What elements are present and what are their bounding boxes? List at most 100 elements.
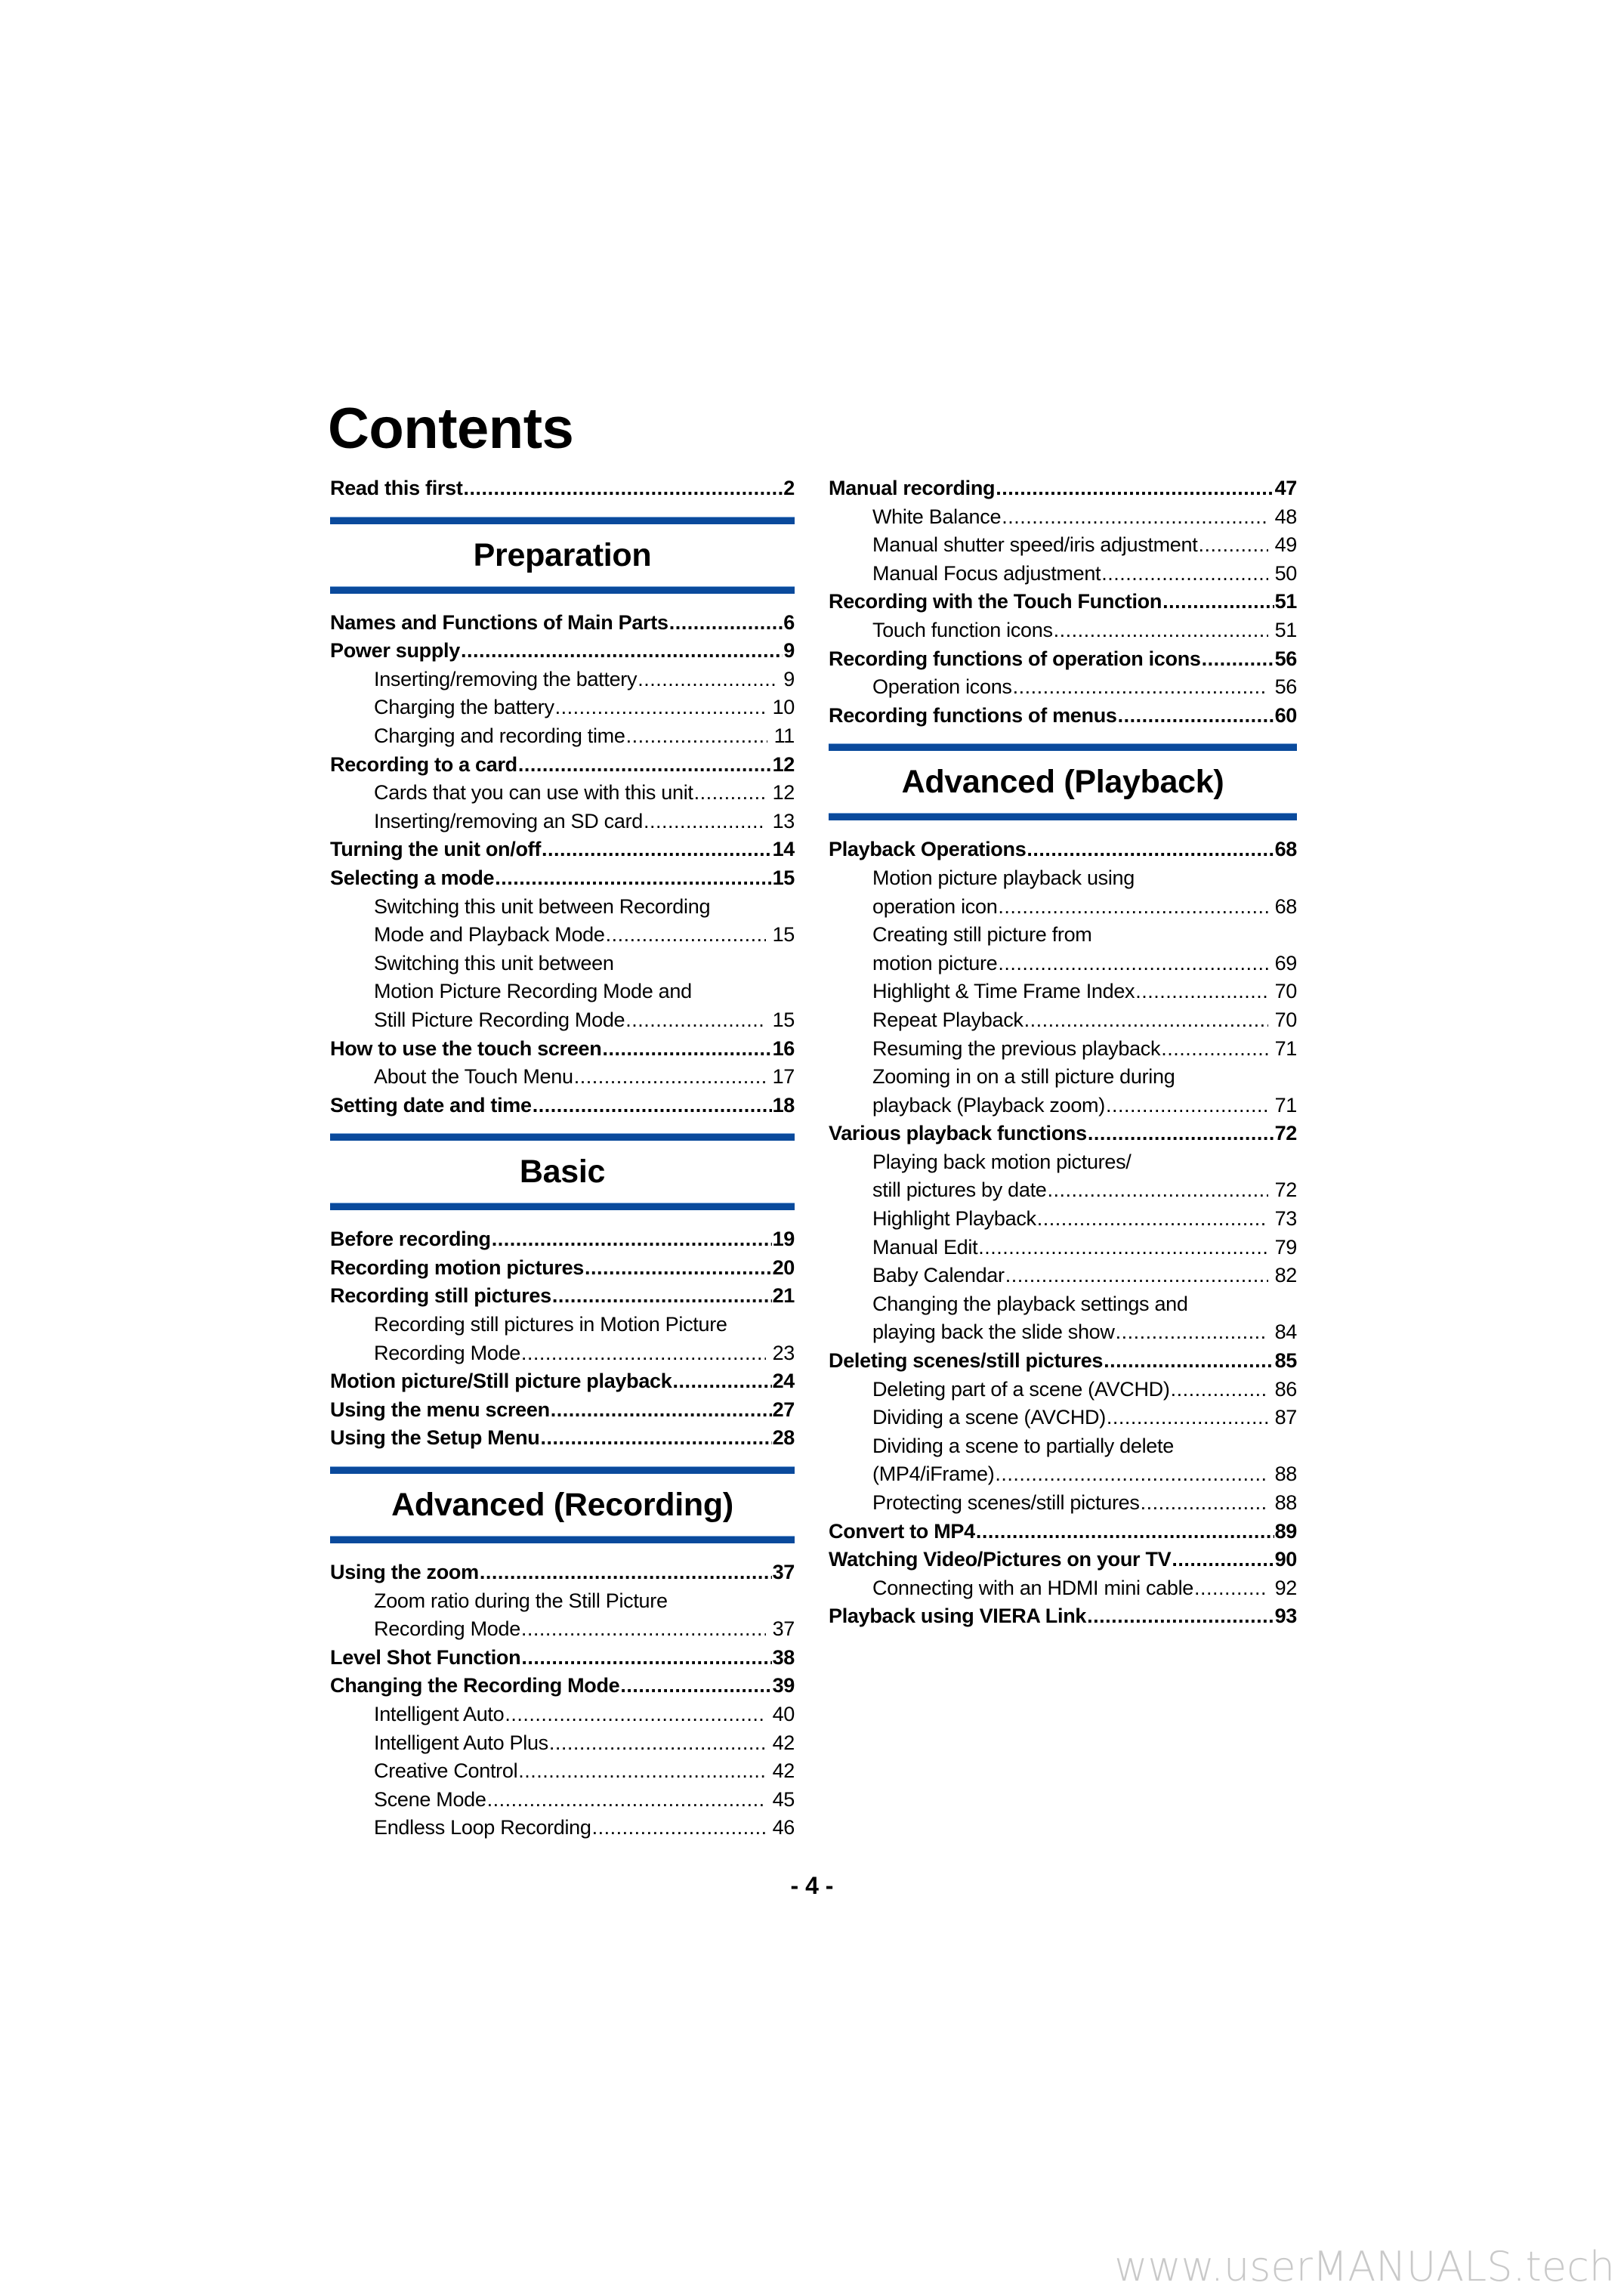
toc-page-number: 71 (1274, 1036, 1297, 1060)
dot-leader (625, 1006, 765, 1035)
toc-entry[interactable]: Motion picture/Still picture playback 24 (330, 1367, 795, 1396)
toc-subentry[interactable]: Repeat Playback 70 (829, 1006, 1297, 1035)
toc-subentry[interactable]: Manual Edit 79 (829, 1234, 1297, 1262)
toc-entry-label: operation icon (872, 894, 998, 918)
toc-entry[interactable]: Names and Functions of Main Parts 6 (330, 609, 795, 638)
toc-entry[interactable]: Recording functions of menus 60 (829, 702, 1297, 731)
toc-subentry[interactable]: Deleting part of a scene (AVCHD) 86 (829, 1376, 1297, 1404)
dot-leader (1172, 1546, 1274, 1574)
toc-entry-label: Switching this unit between (374, 951, 614, 975)
toc-entry[interactable]: Watching Video/Pictures on your TV 90 (829, 1546, 1297, 1574)
toc-subentry[interactable]: playback (Playback zoom) 71 (829, 1092, 1297, 1120)
toc-subentry[interactable]: About the Touch Menu 17 (330, 1063, 795, 1092)
toc-entry[interactable]: How to use the touch screen 16 (330, 1035, 795, 1064)
toc-subentry[interactable]: Operation icons 56 (829, 673, 1297, 702)
toc-page-number: 19 (772, 1228, 795, 1251)
toc-entry[interactable]: Setting date and time 18 (330, 1092, 795, 1120)
toc-entry[interactable]: Various playback functions 72 (829, 1120, 1297, 1148)
toc-subentry[interactable]: White Balance 48 (829, 503, 1297, 532)
toc-subentry[interactable]: Scene Mode 45 (330, 1786, 795, 1815)
toc-subentry[interactable]: Charging and recording time 11 (330, 722, 795, 751)
toc-page-number: 10 (772, 696, 795, 719)
toc-subentry: Zooming in on a still picture during (829, 1063, 1297, 1092)
toc-subentry[interactable]: Connecting with an HDMI mini cable 92 (829, 1574, 1297, 1603)
toc-subentry[interactable]: Recording Mode 23 (330, 1339, 795, 1368)
toc-entry[interactable]: Recording still pictures 21 (330, 1282, 795, 1311)
toc-subentry: Recording still pictures in Motion Pictu… (330, 1311, 795, 1339)
toc-entry-label: Using the menu screen (330, 1398, 550, 1421)
toc-entry[interactable]: Using the menu screen 27 (330, 1396, 795, 1425)
toc-subentry[interactable]: Creative Control 42 (330, 1757, 795, 1786)
toc-page-number: 9 (783, 639, 795, 663)
toc-subentry: Zoom ratio during the Still Picture (330, 1587, 795, 1616)
toc-entry-label: How to use the touch screen (330, 1036, 602, 1060)
toc-subentry[interactable]: Manual shutter speed/iris adjustment 49 (829, 531, 1297, 560)
toc-subentry[interactable]: Intelligent Auto Plus 42 (330, 1729, 795, 1758)
toc-subentry[interactable]: (MP4/iFrame) 88 (829, 1460, 1297, 1489)
toc-subentry[interactable]: Inserting/removing an SD card 13 (330, 808, 795, 836)
toc-entry-label: playing back the slide show (872, 1320, 1115, 1344)
toc-entry[interactable]: Using the Setup Menu 28 (330, 1424, 795, 1453)
toc-entry[interactable]: Deleting scenes/still pictures 85 (829, 1347, 1297, 1376)
dot-leader (1116, 1318, 1268, 1347)
toc-entry[interactable]: Level Shot Function 38 (330, 1644, 795, 1673)
dot-leader (626, 722, 767, 751)
toc-entry[interactable]: Recording to a card 12 (330, 751, 795, 780)
dot-leader (1118, 702, 1274, 731)
toc-subentry[interactable]: Charging the battery 10 (330, 693, 795, 722)
toc-entry[interactable]: Recording functions of operation icons 56 (829, 645, 1297, 674)
toc-entry-label: Playback using VIERA Link (829, 1605, 1087, 1628)
toc-subentry[interactable]: playing back the slide show 84 (829, 1318, 1297, 1347)
toc-subentry[interactable]: Touch function icons 51 (829, 616, 1297, 645)
section-divider (330, 516, 795, 524)
toc-entry[interactable]: Recording motion pictures 20 (330, 1254, 795, 1283)
toc-entry[interactable]: Playback Operations 68 (829, 836, 1297, 864)
toc-entry[interactable]: Changing the Recording Mode 39 (330, 1672, 795, 1700)
toc-subentry[interactable]: Inserting/removing the battery 9 (330, 666, 795, 694)
toc-subentry[interactable]: Cards that you can use with this unit 12 (330, 779, 795, 808)
toc-subentry[interactable]: Highlight Playback 73 (829, 1205, 1297, 1234)
toc-subentry[interactable]: Endless Loop Recording 46 (330, 1814, 795, 1842)
toc-page-number: 13 (772, 809, 795, 832)
toc-entry[interactable]: Convert to MP4 89 (829, 1518, 1297, 1546)
dot-leader (996, 474, 1274, 503)
section-title: Advanced (Recording) (391, 1487, 733, 1524)
toc-entry-label: Recording with the Touch Function (829, 590, 1162, 613)
page-number: - 4 - (790, 1872, 834, 1899)
toc-entry[interactable]: Read this first 2 (330, 474, 795, 503)
toc-page-number: 47 (1274, 477, 1297, 499)
toc-subentry[interactable]: Protecting scenes/still pictures 88 (829, 1489, 1297, 1518)
toc-entry[interactable]: Before recording 19 (330, 1225, 795, 1254)
toc-entry[interactable]: Power supply 9 (330, 637, 795, 666)
toc-subentry[interactable]: Dividing a scene (AVCHD) 87 (829, 1404, 1297, 1432)
toc-subentry[interactable]: Resuming the previous playback 71 (829, 1035, 1297, 1064)
toc-entry-label: Recording functions of operation icons (829, 647, 1201, 670)
section-divider (829, 743, 1297, 752)
toc-subentry[interactable]: Manual Focus adjustment 50 (829, 560, 1297, 588)
toc-subentry[interactable]: Highlight & Time Frame Index 70 (829, 978, 1297, 1006)
toc-entry[interactable]: Manual recording 47 (829, 474, 1297, 503)
toc-entry-label: Inserting/removing an SD card (374, 809, 643, 832)
toc-subentry[interactable]: still pictures by date 72 (829, 1176, 1297, 1205)
toc-entry[interactable]: Using the zoom 37 (330, 1558, 795, 1587)
toc-subentry[interactable]: Recording Mode 37 (330, 1615, 795, 1644)
toc-entry-label: Recording still pictures in Motion Pictu… (374, 1313, 727, 1336)
dot-leader (1087, 1602, 1274, 1631)
toc-entry-label: Dividing a scene (AVCHD) (872, 1406, 1106, 1429)
toc-entry-label: Setting date and time (330, 1093, 532, 1117)
dot-leader (1054, 616, 1268, 645)
toc-entry[interactable]: Playback using VIERA Link 93 (829, 1602, 1297, 1631)
toc-subentry[interactable]: Intelligent Auto 40 (330, 1700, 795, 1729)
toc-page-number: 51 (1274, 618, 1297, 641)
toc-entry-label: Power supply (330, 639, 460, 663)
toc-subentry[interactable]: Baby Calendar 82 (829, 1262, 1297, 1290)
toc-subentry[interactable]: Mode and Playback Mode 15 (330, 921, 795, 950)
toc-entry[interactable]: Recording with the Touch Function 51 (829, 588, 1297, 616)
dot-leader (1135, 978, 1267, 1006)
toc-subentry[interactable]: motion picture 69 (829, 950, 1297, 978)
toc-entry[interactable]: Turning the unit on/off 14 (330, 836, 795, 864)
toc-entry-label: Before recording (330, 1228, 491, 1251)
toc-subentry[interactable]: Still Picture Recording Mode 15 (330, 1006, 795, 1035)
toc-subentry[interactable]: operation icon 68 (829, 893, 1297, 922)
toc-entry[interactable]: Selecting a mode 15 (330, 864, 795, 893)
